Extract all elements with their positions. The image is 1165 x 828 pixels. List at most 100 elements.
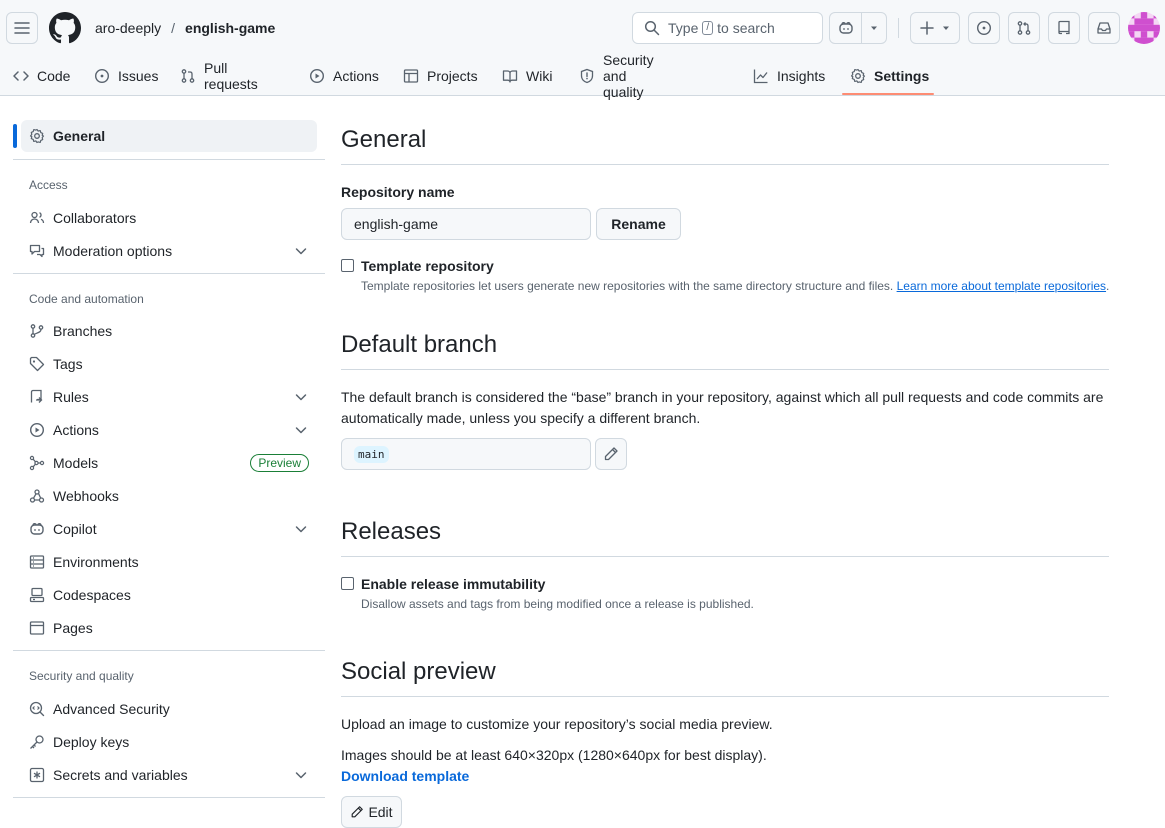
github-logo-icon[interactable] <box>49 12 81 44</box>
sidebar-item-webhooks[interactable]: Webhooks <box>21 480 317 512</box>
tab-issues[interactable]: Issues <box>86 56 166 96</box>
sidebar-item-secrets[interactable]: Secrets and variables <box>21 759 317 791</box>
tab-label: Issues <box>118 68 159 84</box>
pull-request-icon <box>1016 20 1032 36</box>
edit-button-label: Edit <box>368 804 393 820</box>
edit-default-branch-button[interactable] <box>595 438 627 470</box>
chevron-down-icon <box>293 389 309 405</box>
issue-icon <box>94 68 110 84</box>
search-icon <box>644 20 660 36</box>
social-preview-description: Upload an image to customize your reposi… <box>341 716 773 732</box>
sidebar-item-environments[interactable]: Environments <box>21 546 317 578</box>
key-icon <box>29 734 45 750</box>
sidebar-divider <box>13 650 325 651</box>
sidebar-item-moderation[interactable]: Moderation options <box>21 235 317 267</box>
repo-name-label: Repository name <box>341 184 455 200</box>
sidebar-item-models[interactable]: Models Preview <box>21 447 317 479</box>
default-branch-field: main <box>341 438 591 470</box>
gear-icon <box>850 68 866 84</box>
breadcrumb-repo[interactable]: english-game <box>185 19 275 37</box>
sidebar-item-label: General <box>53 128 106 144</box>
sidebar-item-pages[interactable]: Pages <box>21 612 317 644</box>
sidebar-item-label: Rules <box>53 389 89 405</box>
sidebar-item-label: Copilot <box>53 521 97 537</box>
release-immutability-checkbox[interactable] <box>341 577 354 590</box>
template-desc-text: Template repositories let users generate… <box>361 279 894 293</box>
table-icon <box>403 68 419 84</box>
tab-label: Settings <box>874 68 930 84</box>
sidebar-item-advanced-security[interactable]: Advanced Security <box>21 693 317 725</box>
section-title-social-preview: Social preview <box>341 658 496 685</box>
tab-insights[interactable]: Insights <box>745 56 833 96</box>
tab-label: Security and quality <box>603 52 654 100</box>
active-item-indicator <box>13 124 17 148</box>
sidebar-heading-access: Access <box>29 178 68 192</box>
section-title-default-branch: Default branch <box>341 331 498 358</box>
header-divider <box>898 18 899 38</box>
section-divider <box>341 556 1109 557</box>
section-title-releases: Releases <box>341 518 442 545</box>
edit-social-preview-button[interactable]: Edit <box>341 796 402 828</box>
menu-button[interactable] <box>6 12 38 44</box>
tab-pull-requests[interactable]: Pull requests <box>172 56 266 96</box>
pencil-icon <box>603 446 619 462</box>
copilot-button-group <box>829 12 887 44</box>
active-tab-indicator <box>842 93 934 95</box>
download-template-link[interactable]: Download template <box>341 768 469 784</box>
social-preview-size-note: Images should be at least 640×320px (128… <box>341 747 767 763</box>
chevron-down-icon <box>293 422 309 438</box>
template-desc-period: . <box>1106 279 1110 293</box>
sidebar-item-branches[interactable]: Branches <box>21 315 317 347</box>
graph-icon <box>753 68 769 84</box>
repositories-button[interactable] <box>1048 12 1080 44</box>
sidebar-item-actions[interactable]: Actions <box>21 414 317 446</box>
inbox-icon <box>1096 20 1112 36</box>
search-input[interactable]: Type / to search <box>632 12 823 44</box>
tab-wiki[interactable]: Wiki <box>494 56 560 96</box>
template-repository-checkbox[interactable] <box>341 259 354 272</box>
issues-button[interactable] <box>968 12 1000 44</box>
search-suffix: to search <box>717 20 775 36</box>
sidebar-item-copilot[interactable]: Copilot <box>21 513 317 545</box>
repo-icon <box>1056 20 1072 36</box>
global-header: aro-deeply / english-game Type / to sear… <box>0 0 1165 100</box>
copilot-button[interactable] <box>830 20 861 36</box>
search-shortcut-key: / <box>702 21 714 35</box>
preview-badge: Preview <box>250 454 309 472</box>
breadcrumb-separator: / <box>171 20 176 36</box>
tab-projects[interactable]: Projects <box>395 56 486 96</box>
sidebar-item-label: Pages <box>53 620 93 636</box>
tab-security[interactable]: Security and quality <box>571 52 662 100</box>
sidebar-item-rules[interactable]: Rules <box>21 381 317 413</box>
tab-actions[interactable]: Actions <box>301 56 387 96</box>
sidebar-item-deploy-keys[interactable]: Deploy keys <box>21 726 317 758</box>
sidebar-item-label: Codespaces <box>53 587 131 603</box>
learn-more-template-link[interactable]: Learn more about template repositories <box>897 279 1106 293</box>
create-new-button[interactable] <box>910 12 960 44</box>
search-prefix: Type <box>668 20 699 36</box>
copilot-icon <box>29 521 45 537</box>
code-icon <box>13 68 29 84</box>
inbox-button[interactable] <box>1088 12 1120 44</box>
play-icon <box>309 68 325 84</box>
chevron-down-icon <box>293 243 309 259</box>
sidebar-item-label: Webhooks <box>53 488 119 504</box>
sidebar-item-tags[interactable]: Tags <box>21 348 317 380</box>
issue-opened-icon <box>976 20 992 36</box>
repo-name-input[interactable]: english-game <box>341 208 591 240</box>
tab-settings[interactable]: Settings <box>842 56 937 96</box>
pull-requests-button[interactable] <box>1008 12 1040 44</box>
git-branch-icon <box>29 323 45 339</box>
sidebar-item-label: Secrets and variables <box>53 767 188 783</box>
sidebar-item-general[interactable]: General <box>21 120 317 152</box>
copilot-dropdown-button[interactable] <box>862 23 886 33</box>
rename-button[interactable]: Rename <box>596 208 681 240</box>
user-avatar[interactable] <box>1128 12 1160 44</box>
sidebar-item-codespaces[interactable]: Codespaces <box>21 579 317 611</box>
sidebar-item-collaborators[interactable]: Collaborators <box>21 202 317 234</box>
breadcrumb-owner[interactable]: aro-deeply <box>95 19 161 37</box>
tab-code[interactable]: Code <box>5 56 78 96</box>
chevron-down-icon <box>293 521 309 537</box>
sidebar-item-label: Environments <box>53 554 139 570</box>
tab-label: Wiki <box>526 68 553 84</box>
